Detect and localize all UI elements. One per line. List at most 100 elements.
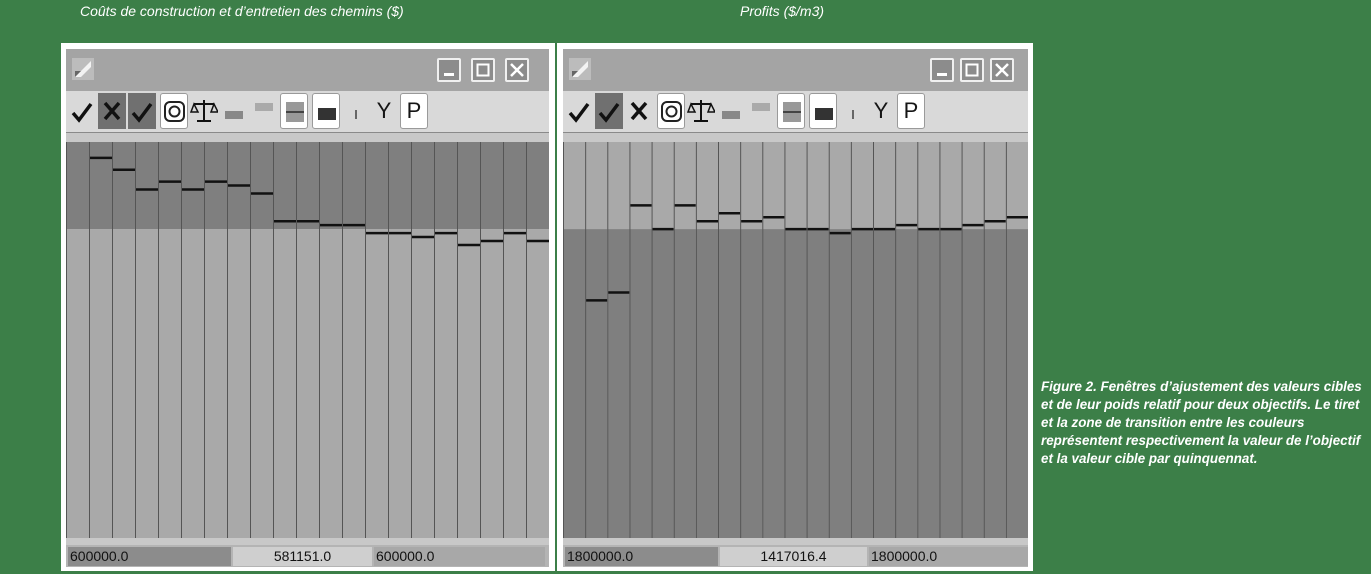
- bar-upper-zone: [457, 142, 480, 230]
- close-button[interactable]: [505, 58, 529, 82]
- bar-column[interactable]: [762, 142, 785, 538]
- bar-column[interactable]: [204, 142, 227, 538]
- bar-high-icon: [752, 103, 770, 111]
- minimize-icon: [444, 73, 454, 76]
- accept-alt-button[interactable]: [595, 93, 623, 129]
- bar-column[interactable]: [939, 142, 962, 538]
- bar-column[interactable]: [806, 142, 829, 538]
- bar-column[interactable]: [388, 142, 411, 538]
- p-button[interactable]: P: [400, 93, 428, 129]
- bar-column[interactable]: [607, 142, 630, 538]
- bar-lower-zone: [762, 229, 785, 538]
- costs-window-title: Coûts de construction et d’entretien des…: [80, 3, 404, 19]
- bar-lower-zone: [983, 229, 1006, 538]
- minimize-button[interactable]: [930, 58, 954, 82]
- target-button[interactable]: [657, 93, 685, 129]
- bar-column[interactable]: [135, 142, 158, 538]
- bar-column[interactable]: [319, 142, 342, 538]
- bar-column[interactable]: [342, 142, 365, 538]
- target-button[interactable]: [160, 93, 188, 129]
- bar-low-button[interactable]: [220, 93, 248, 129]
- bar-block-button[interactable]: [312, 93, 340, 129]
- profits-chart: [563, 142, 1028, 538]
- toolbar: Y P: [66, 91, 549, 133]
- bar-lower-zone: [939, 229, 962, 538]
- accept-button[interactable]: [565, 93, 593, 129]
- bar-column[interactable]: [434, 142, 457, 538]
- bar-column[interactable]: [365, 142, 388, 538]
- bar-column[interactable]: [273, 142, 296, 538]
- bar-column[interactable]: [480, 142, 503, 538]
- bar-column[interactable]: [961, 142, 984, 538]
- bar-high-button[interactable]: [250, 93, 278, 129]
- bar-column[interactable]: [1005, 142, 1028, 538]
- bar-column[interactable]: [181, 142, 204, 538]
- weight-button[interactable]: [687, 93, 715, 129]
- bar-split-icon: [783, 102, 801, 122]
- bar-column[interactable]: [526, 142, 549, 538]
- bar-column[interactable]: [457, 142, 480, 538]
- bar-column[interactable]: [718, 142, 741, 538]
- bar-upper-zone: [250, 142, 273, 230]
- bar-column[interactable]: [651, 142, 674, 538]
- bar-column[interactable]: [585, 142, 608, 538]
- bar-lower-zone: [917, 229, 940, 538]
- balance-icon: [190, 100, 218, 122]
- profits-window: Y P 1800000.0 1417016.4 1800000.0: [563, 49, 1028, 567]
- bar-upper-zone: [181, 142, 204, 230]
- bar-column[interactable]: [873, 142, 896, 538]
- reject-button[interactable]: [98, 93, 126, 129]
- bar-thin-icon: [852, 110, 854, 119]
- bar-column[interactable]: [89, 142, 112, 538]
- bar-column[interactable]: [112, 142, 135, 538]
- bar-column[interactable]: [250, 142, 273, 538]
- bar-column[interactable]: [695, 142, 718, 538]
- x-icon: [630, 101, 648, 121]
- bar-lower-zone: [204, 229, 227, 538]
- bar-column[interactable]: [66, 142, 89, 538]
- bar-column[interactable]: [917, 142, 940, 538]
- accept-alt-button[interactable]: [128, 93, 156, 129]
- y-button[interactable]: Y: [370, 93, 398, 129]
- bar-column[interactable]: [503, 142, 526, 538]
- bar-column[interactable]: [411, 142, 434, 538]
- maximize-button[interactable]: [471, 58, 495, 82]
- bar-column[interactable]: [828, 142, 851, 538]
- bar-low-button[interactable]: [717, 93, 745, 129]
- bar-lower-zone: [158, 229, 181, 538]
- p-button[interactable]: P: [897, 93, 925, 129]
- bar-column[interactable]: [296, 142, 319, 538]
- bar-split-button[interactable]: [280, 93, 308, 129]
- bar-upper-zone: [585, 142, 608, 230]
- bar-low-icon: [225, 111, 243, 119]
- bar-column[interactable]: [895, 142, 918, 538]
- bar-high-button[interactable]: [747, 93, 775, 129]
- bar-column[interactable]: [629, 142, 652, 538]
- window-titlebar[interactable]: [66, 49, 549, 91]
- bar-thin-button[interactable]: [839, 93, 867, 129]
- bar-column[interactable]: [740, 142, 763, 538]
- reject-button[interactable]: [625, 93, 653, 129]
- minimize-button[interactable]: [437, 58, 461, 82]
- weight-button[interactable]: [190, 93, 218, 129]
- bar-column[interactable]: [983, 142, 1006, 538]
- bar-upper-zone: [112, 142, 135, 230]
- app-icon: [72, 58, 94, 80]
- bar-lower-zone: [1005, 229, 1028, 538]
- bar-column[interactable]: [784, 142, 807, 538]
- maximize-button[interactable]: [960, 58, 984, 82]
- bar-column[interactable]: [227, 142, 250, 538]
- bar-lower-zone: [434, 229, 457, 538]
- bar-column[interactable]: [850, 142, 873, 538]
- bar-thin-button[interactable]: [342, 93, 370, 129]
- bar-column[interactable]: [563, 142, 586, 538]
- bar-column[interactable]: [158, 142, 181, 538]
- y-button[interactable]: Y: [867, 93, 895, 129]
- bar-lower-zone: [480, 229, 503, 538]
- close-button[interactable]: [990, 58, 1014, 82]
- window-titlebar[interactable]: [563, 49, 1028, 91]
- accept-button[interactable]: [68, 93, 96, 129]
- bar-split-button[interactable]: [777, 93, 805, 129]
- bar-block-button[interactable]: [809, 93, 837, 129]
- bar-column[interactable]: [673, 142, 696, 538]
